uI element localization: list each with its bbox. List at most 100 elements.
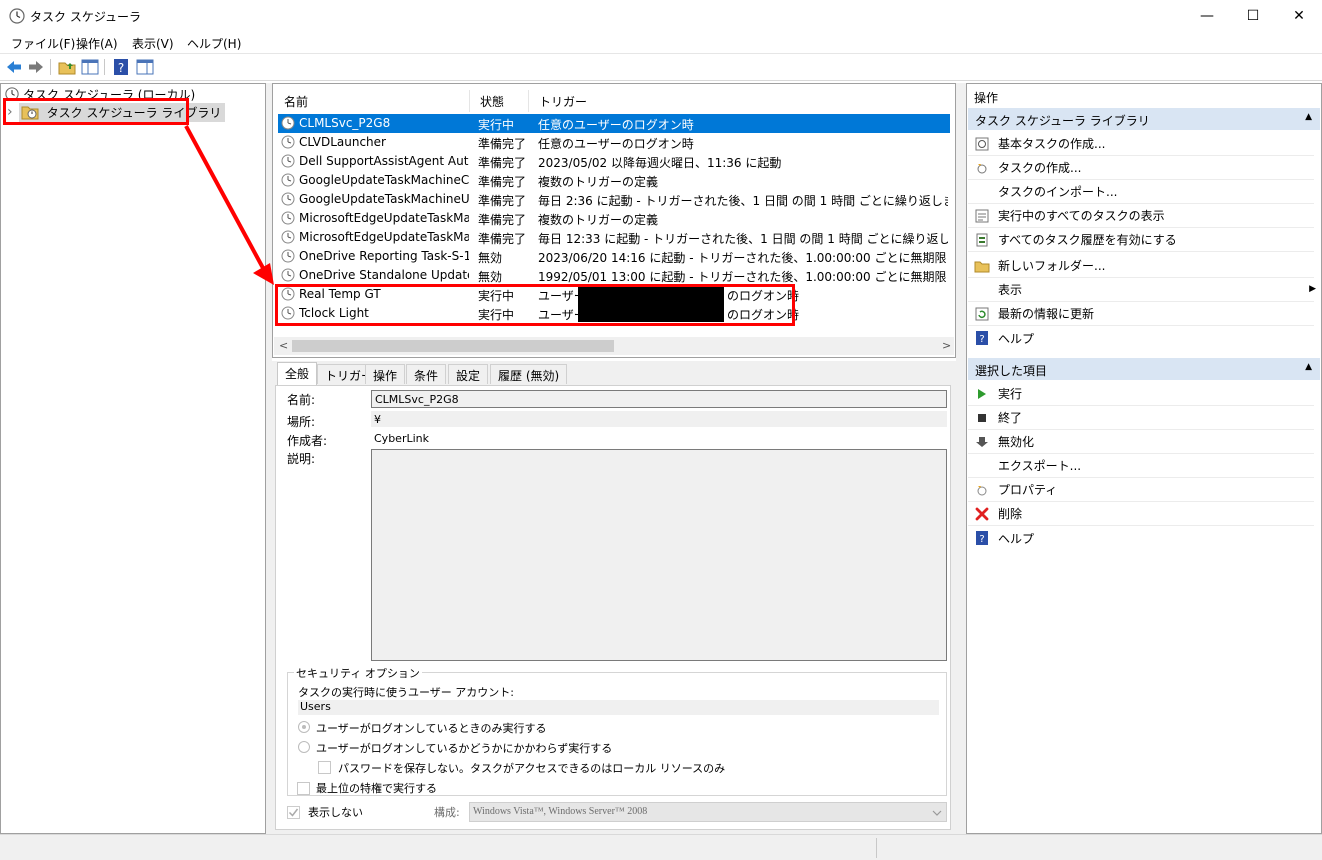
action-delete[interactable]: 削除 <box>968 502 1314 526</box>
task-row[interactable]: Real Temp GT 実行中 ユーザー のログオン時 <box>278 285 950 304</box>
task-list-panel: 名前 状態 トリガー CLMLSvc_P2G8 実行中 任意のユーザーのログオン… <box>272 83 956 358</box>
actions-section-library[interactable]: タスク スケジューラ ライブラリ ▲ <box>968 108 1320 130</box>
column-header-status[interactable]: 状態 <box>470 90 529 112</box>
expand-chevron-icon[interactable]: › <box>7 104 13 120</box>
clock-icon <box>5 87 19 101</box>
svg-text:?: ? <box>979 334 984 345</box>
checkbox-highest-privileges[interactable] <box>297 782 310 795</box>
column-header-name[interactable]: 名前 <box>274 90 470 112</box>
task-row[interactable]: Dell SupportAssistAgent Auto... 準備完了 202… <box>278 152 950 171</box>
task-clock-icon <box>281 268 295 282</box>
task-clock-icon <box>281 249 295 263</box>
checkbox-do-not-store-password[interactable] <box>318 761 331 774</box>
action-disable[interactable]: 無効化 <box>968 430 1314 454</box>
minimize-button[interactable]: — <box>1184 0 1230 31</box>
menu-view[interactable]: 表示(V) <box>132 35 174 52</box>
tab-history[interactable]: 履歴 (無効) <box>490 364 568 384</box>
collapse-icon[interactable]: ▲ <box>1305 112 1312 122</box>
maximize-button[interactable]: ☐ <box>1230 0 1276 31</box>
action-create-task[interactable]: タスクの作成... <box>968 156 1314 180</box>
name-label: 名前: <box>287 393 316 407</box>
task-row[interactable]: GoogleUpdateTaskMachineUA... 準備完了 毎日 2:3… <box>278 190 950 209</box>
scroll-left-icon[interactable]: < <box>279 339 288 352</box>
tab-actions[interactable]: 操作 <box>365 364 406 384</box>
task-name: Dell SupportAssistAgent Auto... <box>299 154 469 168</box>
horizontal-scrollbar[interactable]: < > <box>274 337 954 355</box>
config-select-value: Windows Vista™, Windows Server™ 2008 <box>473 806 648 817</box>
task-row[interactable]: MicrosoftEdgeUpdateTaskMac... 準備完了 毎日 12… <box>278 228 950 247</box>
forward-arrow-icon[interactable] <box>27 58 45 76</box>
help-icon[interactable]: ? <box>112 58 130 76</box>
task-status: 準備完了 <box>478 194 527 208</box>
task-row[interactable]: OneDrive Standalone Update T... 無効 1992/… <box>278 266 950 285</box>
tab-conditions[interactable]: 条件 <box>406 364 447 384</box>
splitter[interactable] <box>956 83 966 834</box>
close-button[interactable]: ✕ <box>1276 0 1322 31</box>
column-header-trigger[interactable]: トリガー <box>529 90 953 112</box>
status-divider <box>876 838 877 858</box>
title-bar: タスク スケジューラ — ☐ ✕ <box>0 0 1322 31</box>
action-export[interactable]: エクスポート... <box>968 454 1314 478</box>
create-task-icon <box>974 160 990 176</box>
actions-section-selected[interactable]: 選択した項目 ▲ <box>968 358 1320 380</box>
task-clock-icon <box>281 192 295 206</box>
tree-root[interactable]: タスク スケジューラ (ローカル) <box>5 85 195 103</box>
action-create-basic-task[interactable]: 基本タスクの作成... <box>968 132 1314 156</box>
author-value: CyberLink <box>374 432 429 445</box>
folder-up-icon[interactable] <box>58 58 76 76</box>
task-row[interactable]: CLVDLauncher 準備完了 任意のユーザーのログオン時 <box>278 133 950 152</box>
task-row[interactable]: CLMLSvc_P2G8 実行中 任意のユーザーのログオン時 <box>278 114 950 133</box>
svg-text:?: ? <box>979 534 984 545</box>
scrollbar-thumb[interactable] <box>292 340 614 352</box>
action-enable-all-history[interactable]: すべてのタスク履歴を有効にする <box>968 228 1314 252</box>
checkbox-hidden[interactable] <box>287 806 300 819</box>
task-status: 準備完了 <box>478 232 527 246</box>
action-end[interactable]: 終了 <box>968 406 1314 430</box>
task-row[interactable]: GoogleUpdateTaskMachineCo... 準備完了 複数のトリガ… <box>278 171 950 190</box>
radio-run-only-logged-on[interactable] <box>298 721 310 733</box>
menu-action[interactable]: 操作(A) <box>76 35 118 52</box>
scroll-right-icon[interactable]: > <box>942 339 951 352</box>
action-view[interactable]: 表示 ▶ <box>968 278 1316 302</box>
show-hide-tree-icon[interactable] <box>81 58 99 76</box>
task-row[interactable]: OneDrive Reporting Task-S-1-... 無効 2023/… <box>278 247 950 266</box>
menu-help[interactable]: ヘルプ(H) <box>187 35 241 52</box>
location-value: ¥ <box>371 411 947 427</box>
refresh-icon <box>974 306 990 322</box>
description-field[interactable] <box>371 449 947 661</box>
action-properties[interactable]: プロパティ <box>968 478 1314 502</box>
back-arrow-icon[interactable] <box>5 58 23 76</box>
action-import-task[interactable]: タスクのインポート... <box>968 180 1314 204</box>
action-refresh[interactable]: 最新の情報に更新 <box>968 302 1314 326</box>
name-field[interactable]: CLMLSvc_P2G8 <box>371 390 947 408</box>
action-help[interactable]: ? ヘルプ <box>968 326 1314 350</box>
collapse-icon[interactable]: ▲ <box>1305 362 1312 372</box>
task-clock-icon <box>281 306 295 320</box>
action-display-running-tasks[interactable]: 実行中のすべてのタスクの表示 <box>968 204 1314 228</box>
new-folder-icon <box>974 258 990 274</box>
task-row[interactable]: MicrosoftEdgeUpdateTaskMac... 準備完了 複数のトリ… <box>278 209 950 228</box>
menu-file[interactable]: ファイル(F) <box>11 35 75 52</box>
task-trigger: 複数のトリガーの定義 <box>538 175 659 189</box>
help-icon: ? <box>974 330 990 346</box>
action-new-folder[interactable]: 新しいフォルダー... <box>968 254 1314 278</box>
tab-general[interactable]: 全般 <box>277 362 318 385</box>
help-icon: ? <box>974 530 990 546</box>
config-select[interactable]: Windows Vista™, Windows Server™ 2008 <box>469 802 947 822</box>
tree-item-library[interactable]: › タスク スケジューラ ライブラリ <box>7 102 226 122</box>
radio-run-whether-logged-on[interactable] <box>298 741 310 753</box>
task-clock-icon <box>281 287 295 301</box>
radio-run-only-logged-on-label: ユーザーがログオンしているときのみ実行する <box>316 722 547 735</box>
task-trigger: 毎日 12:33 に起動 - トリガーされた後、1 日間 の間 1 時間 ごとに… <box>538 232 948 246</box>
task-status: 準備完了 <box>478 213 527 227</box>
action-run[interactable]: 実行 <box>968 382 1314 406</box>
checkbox-hidden-label: 表示しない <box>308 806 363 819</box>
actions-header: 操作 <box>974 91 999 105</box>
action-help-selected[interactable]: ? ヘルプ <box>968 526 1314 550</box>
account-label: タスクの実行時に使うユーザー アカウント: <box>298 686 514 699</box>
tab-settings[interactable]: 設定 <box>448 364 489 384</box>
show-hide-action-pane-icon[interactable] <box>136 58 154 76</box>
config-label: 構成: <box>434 806 460 819</box>
task-row[interactable]: Tclock Light 実行中 ユーザー のログオン時 <box>278 304 950 323</box>
console-tree: タスク スケジューラ (ローカル) › タスク スケジューラ ライブラリ <box>0 83 266 834</box>
